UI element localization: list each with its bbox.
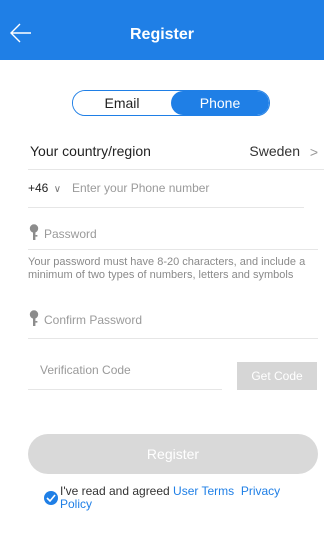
agreement-prefix: I've read and agreed [60, 484, 174, 498]
divider [28, 207, 304, 208]
tab-email[interactable]: Email [73, 91, 171, 115]
verification-code-field[interactable] [40, 362, 220, 378]
header-bar: Register [0, 0, 324, 60]
tab-phone[interactable]: Phone [171, 91, 269, 115]
password-field[interactable] [44, 226, 294, 242]
checkmark-icon [46, 494, 56, 502]
page-title: Register [129, 26, 195, 43]
divider [28, 338, 318, 339]
country-region-label[interactable]: Your country/region [30, 143, 151, 159]
key-icon [29, 224, 39, 240]
divider [28, 389, 222, 390]
phone-input[interactable] [72, 180, 302, 196]
password-hint: Your password must have 8-20 characters,… [28, 256, 306, 281]
country-code: +46 [28, 181, 49, 195]
country-region-value[interactable]: Sweden [249, 143, 300, 159]
confirm-password-field[interactable] [44, 312, 294, 328]
user-terms-link[interactable]: User Terms [173, 484, 234, 498]
key-icon [29, 310, 39, 326]
method-toggle: Email Phone [72, 90, 270, 116]
divider [28, 169, 324, 170]
country-code-selector[interactable]: +46 ∨ [28, 181, 61, 195]
chevron-down-icon: ∨ [53, 184, 62, 195]
register-button[interactable]: Register [28, 434, 318, 474]
agreement-text: I've read and agreed User Terms Privacy … [60, 485, 300, 511]
divider [28, 249, 318, 250]
chevron-right-icon[interactable]: > [310, 144, 318, 160]
get-code-button[interactable]: Get Code [237, 362, 317, 390]
agreement-checkbox[interactable] [44, 491, 58, 505]
